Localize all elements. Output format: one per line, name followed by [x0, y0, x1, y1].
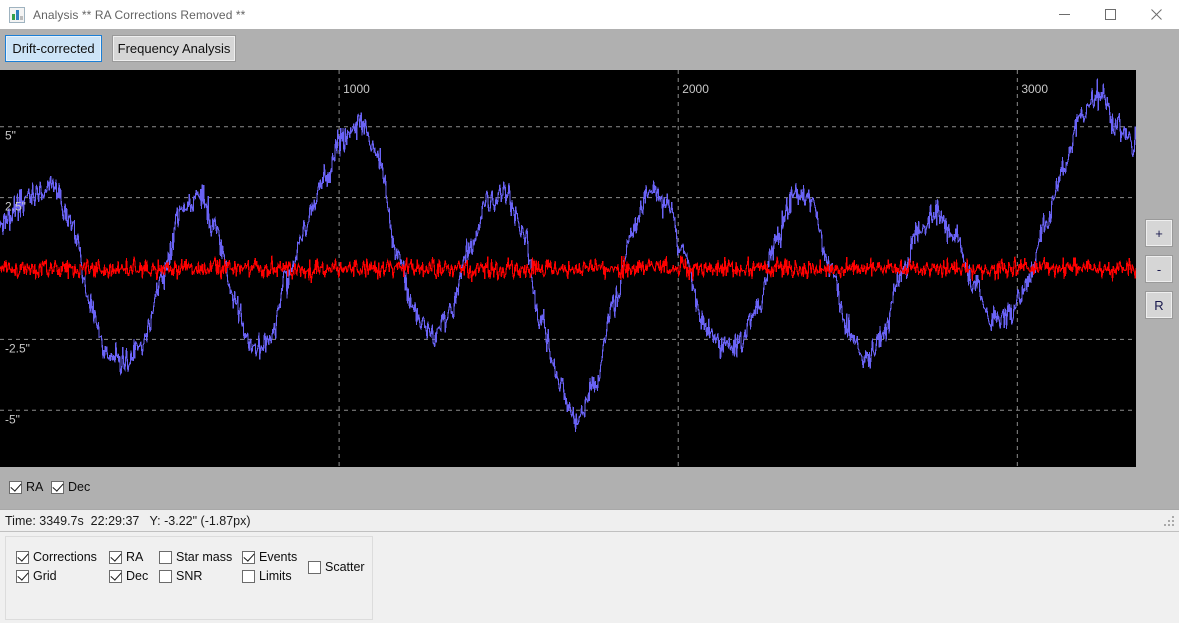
resize-grip[interactable] — [1163, 516, 1176, 529]
checkbox-box[interactable] — [9, 480, 22, 494]
analysis-window: Analysis ** RA Corrections Removed ** Dr… — [0, 0, 1179, 623]
checkbox-box[interactable] — [51, 480, 64, 494]
checkbox-label: SNR — [176, 569, 203, 583]
checkbox-box[interactable] — [109, 569, 122, 583]
checkbox-box[interactable] — [242, 550, 255, 564]
zoom-in-button[interactable]: + — [1145, 219, 1173, 247]
window-controls — [1041, 0, 1179, 29]
checkbox-box[interactable] — [159, 569, 172, 583]
tab-frequency-analysis[interactable]: Frequency Analysis — [112, 35, 236, 62]
checkbox-box[interactable] — [242, 569, 255, 583]
zoom-out-button[interactable]: - — [1145, 255, 1173, 283]
dec-trace — [0, 78, 1136, 432]
checkbox-ra[interactable]: RA — [109, 550, 143, 564]
reset-zoom-button[interactable]: R — [1145, 291, 1173, 319]
svg-text:2000: 2000 — [682, 82, 709, 96]
checkbox-scatter[interactable]: Scatter — [308, 560, 365, 574]
graph-zoom-buttons-vertical: + - R — [1145, 219, 1173, 327]
svg-text:1000: 1000 — [343, 82, 370, 96]
checkbox-label: Dec — [68, 480, 91, 494]
checkbox-label: Limits — [259, 569, 292, 583]
checkbox-label: Corrections — [33, 550, 97, 564]
svg-text:3000: 3000 — [1021, 82, 1048, 96]
status-text: Time: 3349.7s 22:29:37 Y: -3.22" (-1.87p… — [5, 513, 251, 528]
checkbox-label: Scatter — [325, 560, 365, 574]
graph-controls-strip: RA Dec - + R — [0, 467, 1179, 509]
checkbox-label: Dec — [126, 569, 149, 583]
tab-drift-corrected[interactable]: Drift-corrected — [5, 35, 102, 62]
display-options-group: Corrections Grid RA Dec Star mass SNR Ev… — [5, 536, 373, 620]
tab-bar: Drift-corrected Frequency Analysis — [0, 29, 1179, 70]
checkbox-grid[interactable]: Grid — [16, 569, 57, 583]
maximize-icon[interactable] — [1087, 0, 1133, 29]
minimize-icon[interactable] — [1041, 0, 1087, 29]
checkbox-label: Events — [259, 550, 298, 564]
checkbox-star-mass[interactable]: Star mass — [159, 550, 232, 564]
checkbox-label: Star mass — [176, 550, 233, 564]
checkbox-events[interactable]: Events — [242, 550, 297, 564]
title-bar: Analysis ** RA Corrections Removed ** — [0, 0, 1179, 29]
checkbox-graph-ra[interactable]: RA — [9, 480, 43, 494]
svg-text:2.5": 2.5" — [5, 200, 26, 214]
ra-trace — [0, 255, 1136, 283]
checkbox-label: RA — [26, 480, 44, 494]
checkbox-corrections[interactable]: Corrections — [16, 550, 97, 564]
checkbox-box[interactable] — [159, 550, 172, 564]
svg-text:-5": -5" — [5, 412, 20, 426]
guiding-graph[interactable]: 5" 2.5" -2.5" -5" 1000 2000 3000 — [0, 70, 1136, 467]
checkbox-dec[interactable]: Dec — [109, 569, 148, 583]
checkbox-graph-dec[interactable]: Dec — [51, 480, 90, 494]
window-title: Analysis ** RA Corrections Removed ** — [33, 7, 246, 22]
chart-icon — [9, 6, 25, 23]
checkbox-box[interactable] — [308, 560, 321, 574]
axis-tick-labels: 5" 2.5" -2.5" -5" 1000 2000 3000 — [5, 82, 1048, 426]
checkbox-label: RA — [126, 550, 144, 564]
checkbox-box[interactable] — [16, 550, 29, 564]
svg-text:5": 5" — [5, 129, 16, 143]
bottom-panel: Corrections Grid RA Dec Star mass SNR Ev… — [0, 531, 1179, 623]
status-bar: Time: 3349.7s 22:29:37 Y: -3.22" (-1.87p… — [0, 509, 1179, 531]
close-icon[interactable] — [1133, 0, 1179, 29]
checkbox-limits[interactable]: Limits — [242, 569, 292, 583]
checkbox-label: Grid — [33, 569, 57, 583]
checkbox-box[interactable] — [109, 550, 122, 564]
checkbox-box[interactable] — [16, 569, 29, 583]
checkbox-snr[interactable]: SNR — [159, 569, 202, 583]
svg-text:-2.5": -2.5" — [5, 341, 30, 355]
graph-canvas: 5" 2.5" -2.5" -5" 1000 2000 3000 — [0, 70, 1136, 467]
